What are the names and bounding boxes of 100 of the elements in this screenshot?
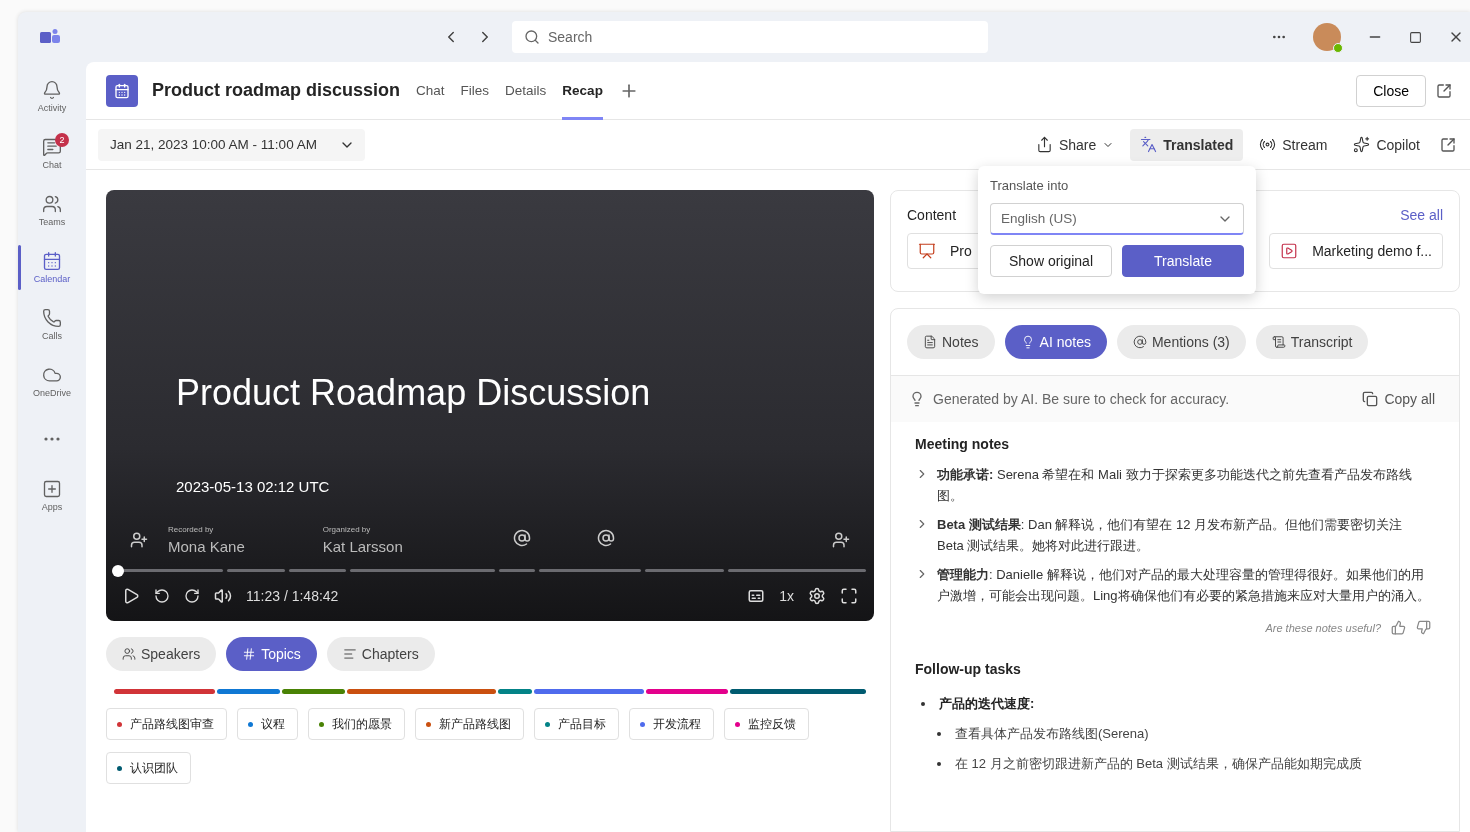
language-dropdown[interactable]: English (US) [990,203,1244,235]
captions-icon[interactable] [747,587,766,605]
topic-chip[interactable]: 认识团队 [106,752,191,784]
volume-icon[interactable] [214,587,232,605]
toolbar-button[interactable]: Stream [1249,128,1338,161]
skip-forward-icon[interactable] [184,588,200,604]
section-heading: Meeting notes [915,436,1011,452]
meeting-icon [106,74,138,107]
view-tab[interactable]: Topics [226,637,317,671]
copy-all-button[interactable]: Copy all [1356,390,1441,408]
meeting-title: Product roadmap discussion [152,80,401,101]
timeline-track[interactable] [114,565,866,575]
bullet-icon [921,702,925,706]
add-apps-icon [42,479,62,499]
speed-button[interactable]: 1x [779,588,794,604]
show-original-button[interactable]: Show original [990,245,1112,277]
tab[interactable]: Files [460,61,490,120]
task-text: 查看具体产品发布路线图(Serena) [955,725,1149,743]
topic-chip[interactable]: 产品目标 [534,708,619,740]
rail-item[interactable]: Teams [18,182,86,239]
notes-tab[interactable]: Transcript [1255,325,1369,359]
more-icon[interactable] [44,436,60,441]
play-icon[interactable] [122,587,140,605]
view-tab[interactable]: Speakers [106,637,217,671]
organizer-name: Kat Larsson [322,538,403,555]
tab[interactable]: Chat [416,61,445,120]
avatar[interactable] [1313,23,1341,51]
rail-item[interactable]: Apps [18,467,86,524]
share-icon [1035,136,1053,153]
feedback-prompt: Are these notes useful? [1265,621,1381,634]
video-file-icon [1280,242,1299,260]
settings-icon[interactable] [808,587,826,605]
topic-chip[interactable]: 新产品路线图 [415,708,524,740]
bullet-icon [937,762,941,766]
note-text: 管理能力: Danielle 解释说，他们对产品的最大处理容量的管理得很好。如果他们的用户激增，可能会出现问题。Ling将确保他们有必要的紧急措施来应对大量用户的涌入。 [937,566,1431,605]
presence-icon [1333,43,1343,53]
content-title: Content [907,207,957,223]
rail-item[interactable]: Calls [18,296,86,353]
tab[interactable]: Recap [562,61,603,120]
popup-title: Translate into [990,178,1070,193]
calendar-icon [42,251,62,271]
rail-item[interactable]: Activity [18,68,86,125]
phone-icon [42,308,62,328]
section-heading: Follow-up tasks [915,661,1022,677]
translate-icon [1140,136,1158,153]
toolbar-button[interactable]: Share [1025,128,1125,161]
topic-chip[interactable]: 开发流程 [629,708,714,740]
chat-icon [42,137,62,157]
skip-back-icon[interactable] [154,588,170,604]
note-text: 功能承诺: Serena 希望在和 Mali 致力于探索更多功能迭代之前先查看产品发布路线图。 [937,466,1413,505]
stream-icon [1259,136,1277,153]
person-add-icon[interactable] [130,531,148,549]
notes-tab[interactable]: Mentions (3) [1116,325,1246,359]
recorded-by-label: Recorded by [168,525,215,534]
unread-badge: 2 [55,133,69,147]
task-text: 产品的迭代速度: [939,695,1035,713]
topic-chip[interactable]: 我们的愿景 [308,708,405,740]
timeline-thumb[interactable] [112,565,124,577]
close-button[interactable]: Close [1356,74,1426,107]
toolbar-button[interactable]: Copilot [1343,128,1430,161]
see-all-link[interactable]: See all [1400,207,1443,223]
copilot-icon [1353,136,1371,153]
recorder-name: Mona Kane [168,538,245,555]
pop-out-icon[interactable] [1440,136,1456,153]
search-icon [524,29,540,45]
people-icon [122,647,136,661]
presentation-icon [918,242,936,260]
task-text: 在 12 月之前密切跟进新产品的 Beta 测试结果，确保产品能如期完成质 [955,755,1362,773]
topic-chip[interactable]: 产品路线图审查 [106,708,227,740]
search-field[interactable]: Search [512,21,988,53]
thumbs-up-icon[interactable] [1391,620,1406,635]
rail-item[interactable]: OneDrive [18,353,86,410]
date-range-dropdown[interactable]: Jan 21, 2023 10:00 AM - 11:00 AM [98,128,365,161]
toolbar-button[interactable]: Translated [1130,128,1244,161]
rail-item[interactable]: Chat 2 [18,125,86,182]
translate-button[interactable]: Translate [1122,245,1244,277]
thumbs-down-icon[interactable] [1416,620,1431,635]
teams-logo-icon [40,28,62,46]
notes-icon [923,335,937,349]
people-icon [42,194,62,214]
slide-date: 2023-05-13 02:12 UTC [176,478,331,495]
topic-chip[interactable]: 议程 [237,708,298,740]
playback-time: 11:23 / 1:48:42 [246,588,339,604]
tab[interactable]: Details [505,61,547,120]
at-icon [1132,335,1147,349]
pop-out-icon[interactable] [1436,82,1452,99]
mention-marker-icon[interactable] [596,529,615,547]
notes-tab[interactable]: AI notes [1004,325,1107,359]
person-add-icon[interactable] [832,531,850,549]
view-tab[interactable]: Chapters [326,637,435,671]
lightbulb-icon [909,391,925,407]
rail-item[interactable]: Calendar [18,239,86,296]
topic-chip[interactable]: 监控反馈 [724,708,809,740]
fullscreen-icon[interactable] [840,587,858,605]
notes-tab[interactable]: Notes [907,325,995,359]
mention-marker-icon[interactable] [512,529,531,547]
file-card[interactable]: Marketing demo f... [1269,233,1443,269]
maximize-icon[interactable] [1409,30,1422,44]
slide-title: Product Roadmap Discussion [176,372,652,414]
organized-by-label: Organized by [322,525,372,534]
